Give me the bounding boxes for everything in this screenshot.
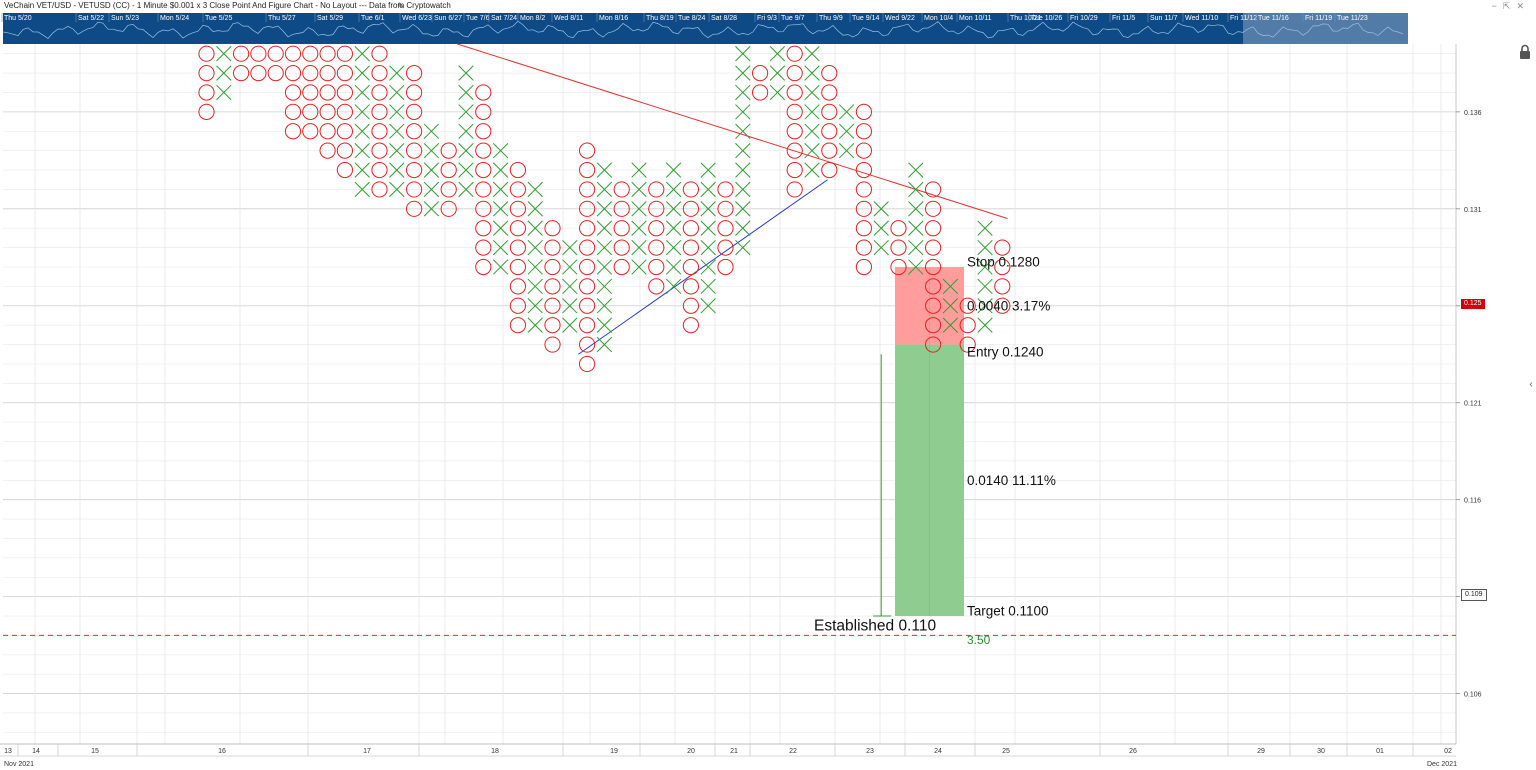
pnf-chart[interactable]: Thu 5/20 Sat 5/22 Sun 5/23 Mon 5/24 Tue 5/25…: [0, 0, 1536, 770]
overview-date-label: Wed 11/10: [1185, 15, 1218, 22]
x-tick-label: 21: [730, 748, 738, 755]
overview-date-label: Tue 10/26: [1031, 15, 1062, 22]
x-tick-label: 02: [1444, 748, 1452, 755]
overview-date-label: Sat 5/29: [317, 15, 343, 22]
reward-label: 0.0140 11.11%: [967, 473, 1056, 488]
x-tick-label: 19: [610, 748, 618, 755]
overview-date-label: Mon 5/24: [160, 15, 189, 22]
overview-date-label: Sat 5/22: [78, 15, 104, 22]
y-tick-label: 0.106: [1464, 692, 1482, 699]
x-tick-label: 26: [1129, 748, 1137, 755]
current-price-tag: 0.125: [1461, 299, 1485, 309]
overview-date-label: Tue 6/1: [361, 15, 385, 22]
established-label: Established 0.110: [814, 618, 936, 635]
grid: [3, 44, 1457, 744]
overview-date-label: Sun 11/7: [1150, 15, 1178, 22]
x-tick-label: 15: [91, 748, 99, 755]
x-tick-label: 17: [363, 748, 371, 755]
overview-date-label: Thu 5/20: [4, 15, 32, 22]
overview-date-label: Thu 5/27: [268, 15, 296, 22]
x-tick-label: 29: [1257, 748, 1265, 755]
x-month-label: Nov 2021: [4, 761, 34, 768]
x-tick-label: 22: [789, 748, 797, 755]
overview-date-label: Tue 11/23: [1337, 15, 1368, 22]
overview-date-label: Mon 10/11: [959, 15, 992, 22]
x-month-label: Dec 2021: [1427, 761, 1457, 768]
overview-date-label: Wed 9/22: [885, 15, 915, 22]
overview-date-label: Fri 10/29: [1070, 15, 1098, 22]
overview-date-label: Tue 9/7: [781, 15, 805, 22]
x-tick-label: 13: [4, 748, 12, 755]
overview-date-label: Tue 5/25: [205, 15, 232, 22]
risk-reward-zones: [3, 266, 1456, 636]
overview-date-label: Thu 8/19: [646, 15, 674, 22]
overview-date-label: Sun 5/23: [111, 15, 139, 22]
overview-date-label: Fri 11/12: [1230, 15, 1257, 22]
x-tick-label: 16: [218, 748, 226, 755]
overview-date-label: Tue 11/16: [1258, 15, 1289, 22]
overview-date-label: Mon 8/16: [599, 15, 628, 22]
overview-date-label: Thu 9/9: [819, 15, 843, 22]
y-tick-label: 0.131: [1464, 207, 1482, 214]
date-overview-scrollbar[interactable]: Thu 5/20 Sat 5/22 Sun 5/23 Mon 5/24 Tue 5/25…: [1, 13, 1408, 44]
risk-reward-ratio-label: 3.50: [967, 633, 991, 647]
overview-date-label: Wed 8/11: [554, 15, 583, 22]
overview-date-label: Mon 10/4: [924, 15, 953, 22]
x-tick-label: 24: [934, 748, 942, 755]
x-tick-label: 14: [32, 748, 40, 755]
overview-date-label: Mon 8/2: [520, 15, 545, 22]
y-tick-label: 0.116: [1464, 498, 1481, 505]
overview-date-label: Sun 6/27: [434, 15, 462, 22]
y-tick-label: 0.121: [1464, 401, 1482, 408]
time-axis[interactable]: 13 14 15 16 17 18 19 20 21 22 23 24 25 26 29 30 01 02 Nov …: [0, 743, 1536, 770]
lock-icon[interactable]: [1518, 44, 1532, 60]
x-tick-label: 23: [866, 748, 874, 755]
y-tick-label: 0.136: [1464, 110, 1482, 117]
target-label: Target 0.1100: [967, 604, 1049, 619]
x-tick-label: 18: [491, 748, 499, 755]
x-tick-label: 01: [1376, 748, 1384, 755]
price-axis[interactable]: 0.1360.1310.1260.1210.1160.1110.106: [1456, 110, 1482, 699]
overview-date-label: Wed 6/23: [402, 15, 432, 22]
stop-label: Stop 0.1280: [967, 254, 1040, 269]
overview-date-label: Sat 7/24: [491, 15, 517, 22]
x-tick-label: 20: [687, 748, 695, 755]
collapse-panel-chevron-icon[interactable]: ‹: [1526, 377, 1536, 393]
overview-date-label: Tue 8/24: [678, 15, 705, 22]
x-axis-background: [0, 744, 1536, 770]
overview-date-label: Fri 9/3: [757, 15, 777, 22]
x-tick-label: 25: [1002, 748, 1010, 755]
overview-date-label: Tue 9/14: [852, 15, 879, 22]
overview-date-label: Sat 8/28: [711, 15, 737, 22]
x-tick-label: 30: [1317, 748, 1325, 755]
overview-date-label: Fri 11/5: [1112, 15, 1135, 22]
overview-date-label: Tue 7/6: [466, 15, 490, 22]
entry-label: Entry 0.1240: [967, 345, 1044, 360]
risk-label: 0.0040 3.17%: [967, 298, 1050, 313]
overview-date-label: Fri 11/19: [1305, 15, 1332, 22]
dashed-level-price-tag: 0.109: [1461, 589, 1487, 601]
